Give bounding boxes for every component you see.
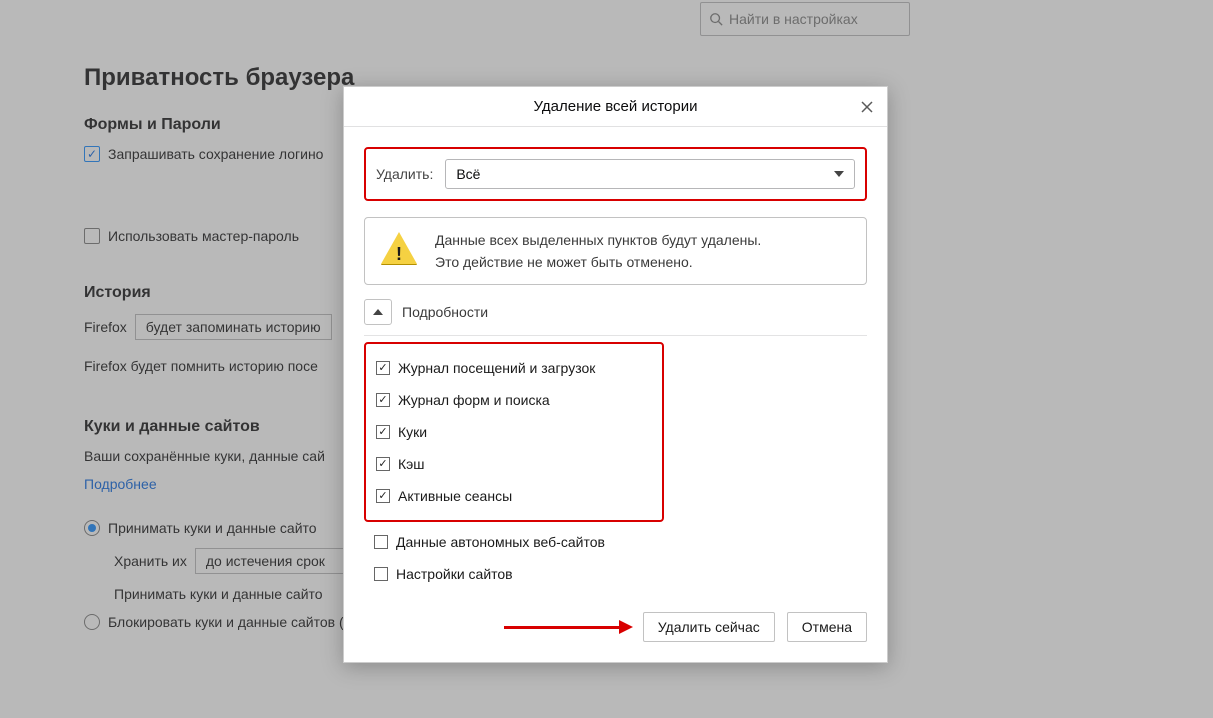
annotation-arrow (504, 620, 633, 634)
check-label: Настройки сайтов (396, 566, 513, 582)
time-range-label: Удалить: (376, 166, 433, 182)
checkbox-icon (376, 393, 390, 407)
checkbox-icon (376, 489, 390, 503)
details-label: Подробности (402, 304, 488, 320)
time-range-highlight: Удалить: Всё (364, 147, 867, 201)
details-expander[interactable] (364, 299, 392, 325)
cancel-button[interactable]: Отмена (787, 612, 867, 642)
warning-line1: Данные всех выделенных пунктов будут уда… (435, 232, 761, 248)
check-item-cache[interactable]: Кэш (376, 448, 652, 480)
check-item-visits[interactable]: Журнал посещений и загрузок (376, 352, 652, 384)
arrow-right-icon (619, 620, 633, 634)
chevron-up-icon (373, 309, 383, 315)
dialog-footer: Удалить сейчас Отмена (344, 606, 887, 662)
check-item-offline[interactable]: Данные автономных веб-сайтов (374, 526, 857, 558)
time-range-select[interactable]: Всё (445, 159, 855, 189)
details-checklist: Журнал посещений и загрузок Журнал форм … (364, 335, 867, 590)
check-label: Журнал посещений и загрузок (398, 360, 595, 376)
time-range-value: Всё (456, 166, 480, 182)
checkbox-icon (376, 457, 390, 471)
check-item-site-settings[interactable]: Настройки сайтов (374, 558, 857, 590)
delete-now-button[interactable]: Удалить сейчас (643, 612, 775, 642)
check-label: Кэш (398, 456, 425, 472)
warning-box: ! Данные всех выделенных пунктов будут у… (364, 217, 867, 285)
close-button[interactable] (855, 95, 879, 119)
dialog-body: Удалить: Всё ! Данные всех выделенных пу… (344, 127, 887, 606)
checkbox-icon (374, 567, 388, 581)
check-item-forms[interactable]: Журнал форм и поиска (376, 384, 652, 416)
details-toggle-row: Подробности (364, 299, 867, 325)
check-label: Активные сеансы (398, 488, 512, 504)
checkbox-icon (376, 425, 390, 439)
check-label: Куки (398, 424, 427, 440)
checkbox-icon (374, 535, 388, 549)
checklist-rest: Данные автономных веб-сайтов Настройки с… (364, 522, 867, 590)
chevron-down-icon (834, 171, 844, 177)
dialog-title: Удаление всей истории (534, 98, 698, 115)
warning-icon: ! (381, 232, 417, 268)
check-label: Журнал форм и поиска (398, 392, 550, 408)
warning-text: Данные всех выделенных пунктов будут уда… (435, 232, 761, 270)
dialog-header: Удаление всей истории (344, 87, 887, 127)
check-item-cookies[interactable]: Куки (376, 416, 652, 448)
close-icon (860, 100, 874, 114)
warning-line2: Это действие не может быть отменено. (435, 254, 761, 270)
check-label: Данные автономных веб-сайтов (396, 534, 605, 550)
check-item-sessions[interactable]: Активные сеансы (376, 480, 652, 512)
checklist-highlight: Журнал посещений и загрузок Журнал форм … (364, 342, 664, 522)
clear-history-dialog: Удаление всей истории Удалить: Всё ! Дан… (343, 86, 888, 663)
checkbox-icon (376, 361, 390, 375)
